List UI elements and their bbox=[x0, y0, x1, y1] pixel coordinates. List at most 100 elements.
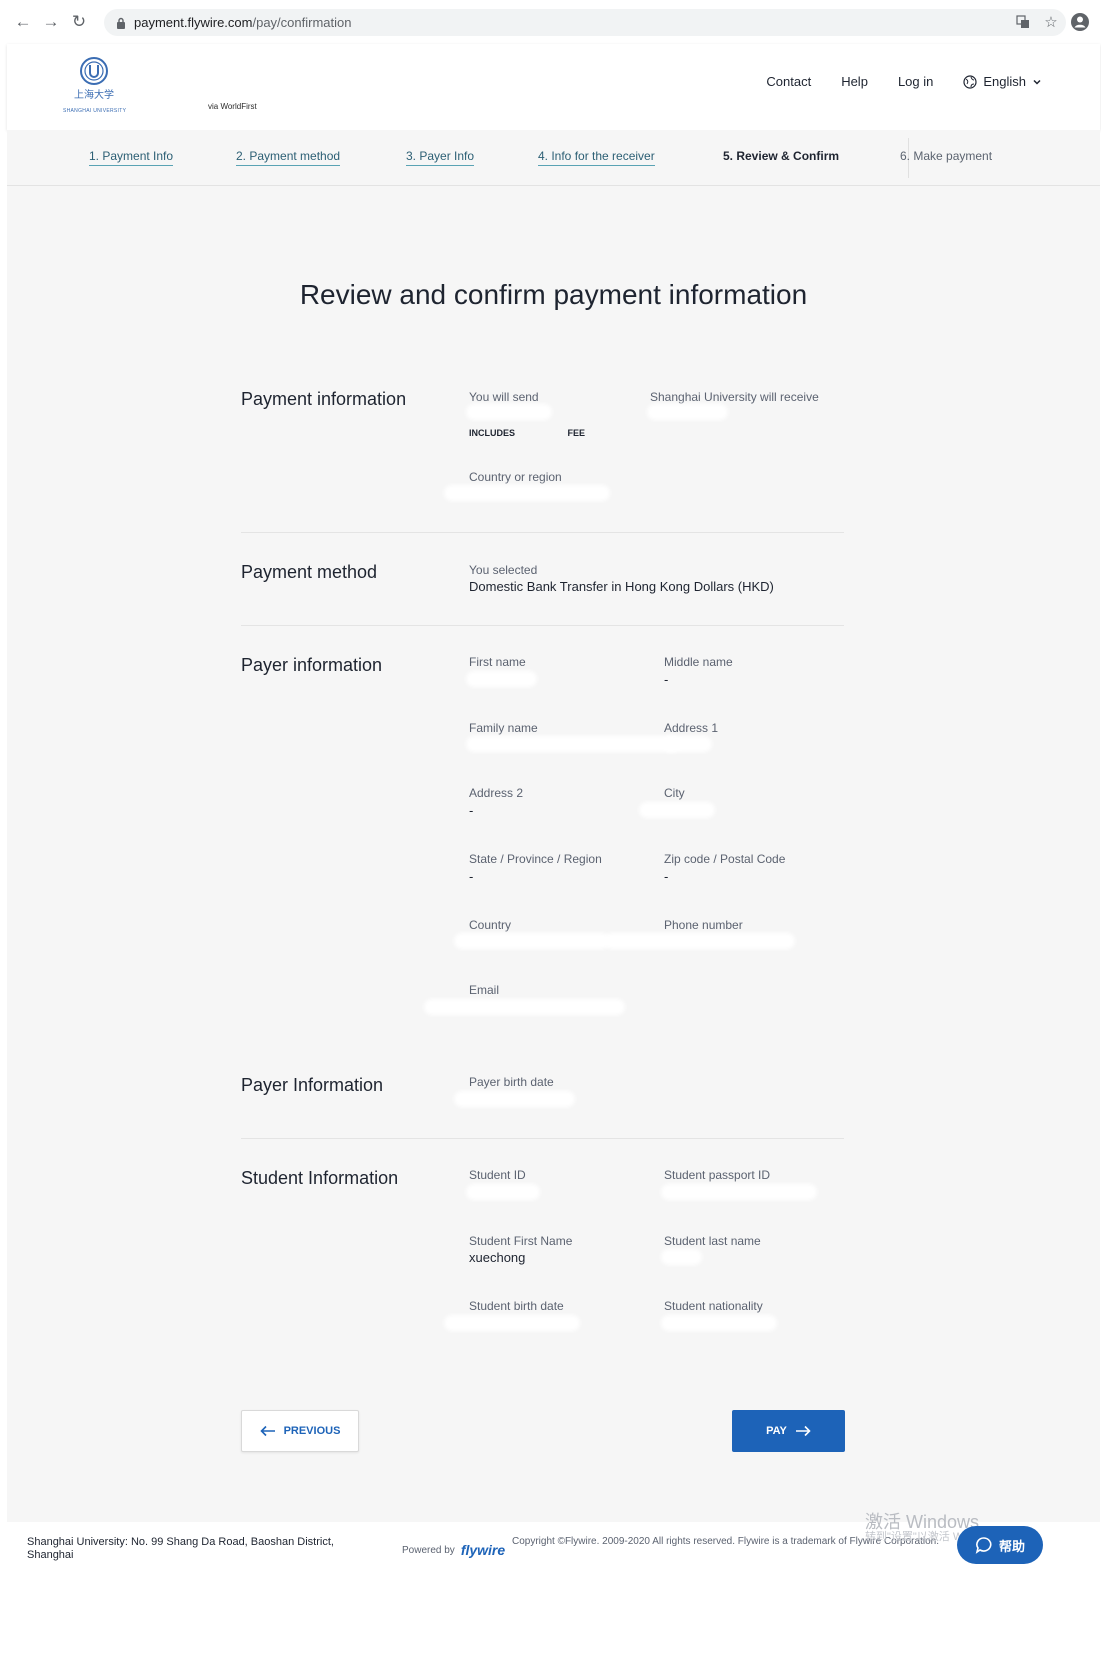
student-first-name-label: Student First Name bbox=[469, 1234, 573, 1248]
phone-label: Phone number bbox=[664, 918, 743, 932]
nav-help[interactable]: Help bbox=[841, 74, 868, 89]
state-label: State / Province / Region bbox=[469, 852, 602, 866]
student-birth-label: Student birth date bbox=[469, 1299, 564, 1313]
redaction bbox=[664, 1252, 699, 1262]
reload-icon[interactable]: ↻ bbox=[66, 9, 92, 35]
selected-label: You selected bbox=[469, 563, 538, 577]
powered-by-label: Powered by bbox=[402, 1544, 455, 1556]
step-review-confirm: 5. Review & Confirm bbox=[723, 149, 840, 163]
redaction bbox=[607, 936, 792, 946]
redaction bbox=[469, 407, 549, 417]
address-bar[interactable]: payment.flywire.com/pay/confirmation ☆ bbox=[104, 9, 1066, 36]
selected-method: Domestic Bank Transfer in Hong Kong Doll… bbox=[469, 579, 774, 594]
middle-name-label: Middle name bbox=[664, 655, 733, 669]
payment-info-heading: Payment information bbox=[241, 389, 407, 409]
site-header: 上海大学 SHANGHAI UNIVERSITY via WorldFirst … bbox=[7, 44, 1100, 130]
page-title: Review and confirm payment information bbox=[299, 279, 808, 310]
help-chat-button[interactable]: 帮助 bbox=[957, 1526, 1043, 1564]
redaction bbox=[427, 1002, 622, 1012]
omnibox-actions: ☆ bbox=[1014, 13, 1060, 31]
logo-subtext: SHANGHAI UNIVERSITY bbox=[63, 108, 127, 114]
via-worldfirst: via WorldFirst bbox=[208, 102, 257, 111]
pay-label: PAY bbox=[766, 1425, 787, 1437]
logo-text: 上海大学 bbox=[74, 88, 114, 101]
state-value: - bbox=[469, 869, 474, 884]
student-first-name-value: xuechong bbox=[469, 1250, 526, 1265]
nav-login[interactable]: Log in bbox=[898, 74, 933, 89]
country-label: Country bbox=[469, 918, 512, 932]
language-label: English bbox=[983, 74, 1026, 89]
redaction bbox=[447, 488, 607, 498]
flywire-logo[interactable]: flywire bbox=[461, 1542, 505, 1558]
redaction bbox=[664, 1318, 774, 1328]
city-label: City bbox=[664, 786, 685, 800]
step-info-receiver[interactable]: 4. Info for the receiver bbox=[538, 149, 655, 166]
redaction bbox=[457, 1094, 572, 1104]
payment-method-heading: Payment method bbox=[241, 562, 378, 582]
redaction bbox=[642, 805, 712, 815]
payer-info-heading: Payer information bbox=[241, 655, 383, 675]
family-name-label: Family name bbox=[469, 721, 538, 735]
arrow-left-icon bbox=[259, 1425, 275, 1437]
send-label: You will send bbox=[469, 390, 539, 404]
page-content: 上海大学 SHANGHAI UNIVERSITY via WorldFirst … bbox=[7, 44, 1100, 1653]
redaction bbox=[469, 1187, 537, 1197]
redaction bbox=[664, 739, 709, 749]
globe-icon bbox=[963, 74, 977, 89]
zip-label: Zip code / Postal Code bbox=[664, 852, 786, 866]
includes-fee: INCLUDES FEE bbox=[469, 428, 585, 438]
step-payment-method[interactable]: 2. Payment method bbox=[236, 149, 341, 166]
address1-label: Address 1 bbox=[664, 721, 719, 735]
back-icon[interactable]: ← bbox=[10, 9, 36, 35]
step-payer-info[interactable]: 3. Payer Info bbox=[406, 149, 475, 166]
redaction bbox=[457, 936, 607, 946]
bookmark-star-icon[interactable]: ☆ bbox=[1042, 13, 1060, 31]
student-id-label: Student ID bbox=[469, 1168, 526, 1182]
url-domain: payment.flywire.com bbox=[134, 15, 253, 30]
profile-icon[interactable] bbox=[1069, 11, 1091, 33]
student-nationality-label: Student nationality bbox=[664, 1299, 763, 1313]
section-divider bbox=[241, 532, 844, 533]
fee-label: FEE bbox=[567, 428, 586, 438]
student-last-name-label: Student last name bbox=[664, 1234, 761, 1248]
middle-name-value: - bbox=[664, 672, 669, 687]
redaction bbox=[469, 739, 679, 749]
address2-value: - bbox=[469, 803, 474, 818]
help-label: 帮助 bbox=[998, 1538, 1025, 1554]
redaction bbox=[664, 1187, 814, 1197]
section-divider bbox=[241, 625, 844, 626]
passport-label: Student passport ID bbox=[664, 1168, 771, 1182]
translate-icon[interactable] bbox=[1014, 13, 1032, 31]
url-path: /pay/confirmation bbox=[252, 15, 352, 30]
redaction bbox=[447, 1318, 577, 1328]
nav-contact[interactable]: Contact bbox=[766, 74, 811, 89]
language-selector[interactable]: English bbox=[963, 74, 1042, 89]
forward-icon[interactable]: → bbox=[38, 9, 64, 35]
chat-bubble-icon bbox=[975, 1537, 992, 1554]
section-divider bbox=[241, 1138, 844, 1139]
arrow-right-icon bbox=[795, 1425, 811, 1437]
pay-button[interactable]: PAY bbox=[732, 1410, 845, 1452]
step-payment-info[interactable]: 1. Payment Info bbox=[89, 149, 174, 166]
browser-toolbar: ← → ↻ payment.flywire.com/pay/confirmati… bbox=[0, 0, 1101, 44]
zip-value: - bbox=[664, 869, 669, 884]
email-label: Email bbox=[469, 983, 500, 997]
lock-icon bbox=[114, 16, 128, 30]
powered-by: Powered by flywire bbox=[402, 1542, 505, 1558]
university-logo[interactable]: 上海大学 bbox=[63, 56, 125, 116]
step-make-payment: 6. Make payment bbox=[900, 149, 993, 163]
student-info-heading: Student Information bbox=[241, 1168, 399, 1188]
footer: Shanghai University: No. 99 Shang Da Roa… bbox=[7, 1512, 1100, 1653]
chevron-down-icon bbox=[1033, 79, 1041, 85]
redaction bbox=[650, 407, 725, 417]
country-region-label: Country or region bbox=[469, 470, 562, 484]
payer-birth-label: Payer birth date bbox=[469, 1075, 554, 1089]
header-nav: Contact Help Log in English bbox=[766, 74, 1042, 89]
previous-button[interactable]: PREVIOUS bbox=[241, 1410, 359, 1452]
redaction bbox=[469, 674, 534, 684]
url-text: payment.flywire.com/pay/confirmation bbox=[134, 15, 351, 30]
footer-address: Shanghai University: No. 99 Shang Da Roa… bbox=[27, 1536, 334, 1561]
previous-label: PREVIOUS bbox=[283, 1425, 341, 1437]
receive-label: Shanghai University will receive bbox=[650, 390, 819, 404]
address2-label: Address 2 bbox=[469, 786, 524, 800]
